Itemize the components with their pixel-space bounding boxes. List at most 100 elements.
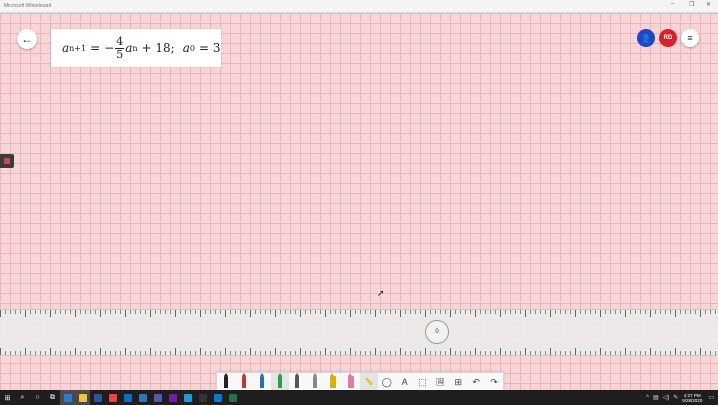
undo-button[interactable]: ↶ bbox=[467, 373, 485, 391]
task-view-button[interactable]: ⧉ bbox=[45, 390, 60, 405]
taskbar-app-app-dark[interactable] bbox=[195, 390, 210, 405]
image-icon: 🖼 bbox=[435, 379, 445, 386]
outlook-icon bbox=[123, 393, 132, 402]
redo-button[interactable]: ↷ bbox=[485, 373, 503, 391]
lasso-tool[interactable]: ◯ bbox=[378, 373, 396, 391]
pen-green-tool[interactable] bbox=[270, 373, 289, 391]
system-tray: ^ ▤ ◁) ✎ 4:27 PM 9/28/2020 ▭ bbox=[646, 390, 718, 405]
taskbar-app-outlook[interactable] bbox=[120, 390, 135, 405]
settings-menu-button[interactable]: ≡ bbox=[681, 29, 699, 47]
taskbar-apps bbox=[60, 390, 240, 405]
back-button[interactable]: ← bbox=[17, 29, 37, 49]
account-avatar[interactable]: RD bbox=[659, 29, 677, 47]
taskbar-app-teams[interactable] bbox=[150, 390, 165, 405]
ruler-icon: 📏 bbox=[364, 379, 374, 386]
windows-taskbar: ⊞ ⌕ ○ ⧉ ^ ▤ ◁) ✎ 4:27 PM 9/28/2020 ▭ bbox=[0, 390, 718, 405]
minimize-button[interactable]: – bbox=[671, 1, 674, 7]
pen-workspace-icon[interactable]: ✎ bbox=[673, 394, 678, 401]
search-button[interactable]: ⌕ bbox=[15, 390, 30, 405]
tray-chevron-icon[interactable]: ^ bbox=[646, 395, 649, 401]
clock-time: 4:27 PM bbox=[683, 392, 701, 398]
taskbar-app-whiteboard[interactable] bbox=[180, 390, 195, 405]
taskbar-app-chrome[interactable] bbox=[105, 390, 120, 405]
shape-icon: ⬚ bbox=[418, 376, 427, 387]
excel-icon bbox=[228, 393, 237, 402]
ruler-ticks-top bbox=[0, 310, 718, 317]
eraser-tool[interactable] bbox=[342, 373, 360, 391]
pencil-light-tool[interactable] bbox=[306, 373, 324, 391]
formula-equals: = bbox=[90, 41, 101, 55]
taskbar-app-explorer[interactable] bbox=[75, 390, 90, 405]
explorer-icon bbox=[78, 393, 87, 402]
pencil-tool[interactable] bbox=[289, 373, 307, 391]
formula-card[interactable]: a n+1 = − 4 5 an + 18; a0 = 3 bbox=[51, 29, 221, 67]
undo-icon: ↶ bbox=[472, 376, 480, 387]
formula-minus: − bbox=[104, 41, 115, 55]
teams-icon bbox=[153, 393, 162, 402]
close-button[interactable]: ✕ bbox=[706, 1, 711, 8]
taskbar-app-store[interactable] bbox=[60, 390, 75, 405]
hamburger-menu-icon: ≡ bbox=[687, 33, 693, 43]
text-tool[interactable]: A bbox=[396, 373, 414, 391]
fraction-numerator: 4 bbox=[115, 34, 125, 49]
onenote-icon bbox=[168, 393, 177, 402]
formula-rhs-sub: n bbox=[132, 43, 138, 53]
start-button[interactable]: ⊞ bbox=[0, 390, 15, 405]
maximize-button[interactable]: ❐ bbox=[689, 1, 694, 8]
word-icon bbox=[93, 393, 102, 402]
pen-red-tool[interactable] bbox=[235, 373, 253, 391]
pen-black-icon bbox=[223, 373, 228, 388]
pen-red-icon bbox=[241, 373, 246, 388]
formula-init-sub: 0 bbox=[189, 43, 195, 53]
ruler-tool[interactable]: 0 bbox=[0, 309, 718, 356]
invite-user-button[interactable]: 👤 bbox=[637, 29, 655, 47]
avatar-initials: RD bbox=[663, 35, 673, 41]
highlighter-tool[interactable] bbox=[324, 373, 342, 391]
lasso-icon: ◯ bbox=[381, 376, 392, 387]
side-panel-toggle[interactable] bbox=[0, 154, 14, 168]
taskbar-app-onenote[interactable] bbox=[165, 390, 180, 405]
fraction-denominator: 5 bbox=[116, 47, 124, 61]
chrome-icon bbox=[108, 393, 117, 402]
network-icon[interactable]: ▤ bbox=[653, 394, 659, 401]
clock-date: 9/28/2020 bbox=[682, 397, 703, 403]
redo-icon: ↷ bbox=[490, 376, 498, 387]
person-icon: 👤 bbox=[641, 33, 651, 43]
formula-fraction: 4 5 bbox=[115, 34, 125, 61]
pen-black-tool[interactable] bbox=[217, 373, 235, 391]
search-icon: ⌕ bbox=[20, 393, 25, 401]
volume-icon[interactable]: ◁) bbox=[663, 394, 670, 401]
formula-init-var: a bbox=[182, 41, 190, 55]
photos-icon bbox=[213, 393, 222, 402]
taskbar-app-photos[interactable] bbox=[210, 390, 225, 405]
ruler-angle-value: 0 bbox=[435, 329, 439, 335]
pen-blue-icon bbox=[259, 373, 264, 388]
cortana-icon: ○ bbox=[35, 394, 40, 401]
formula-lhs-sub: n+1 bbox=[69, 43, 87, 53]
taskbar-app-excel[interactable] bbox=[225, 390, 240, 405]
formula-lhs-var: a bbox=[62, 41, 70, 55]
insert-tool[interactable]: ⊞ bbox=[449, 373, 467, 391]
shape-tool[interactable]: ⬚ bbox=[414, 373, 432, 391]
ruler-tool-button[interactable]: 📏 bbox=[360, 373, 378, 391]
text-icon: A bbox=[401, 377, 408, 387]
taskbar-app-edge[interactable] bbox=[135, 390, 150, 405]
highlighter-icon bbox=[330, 373, 337, 388]
ruler-ticks-bottom bbox=[0, 348, 718, 355]
pen-green-icon bbox=[277, 373, 282, 388]
notifications-icon[interactable]: ▭ bbox=[708, 394, 714, 401]
cortana-button[interactable]: ○ bbox=[30, 390, 45, 405]
task-view-icon: ⧉ bbox=[50, 393, 55, 401]
eraser-icon bbox=[348, 373, 355, 388]
inking-toolbar: 📏 ◯ A ⬚ 🖼 ⊞ ↶ ↷ bbox=[216, 372, 504, 392]
store-icon bbox=[63, 393, 72, 402]
pen-blue-tool[interactable] bbox=[253, 373, 271, 391]
image-tool[interactable]: 🖼 bbox=[432, 373, 450, 391]
window-title: Microsoft Whiteboard bbox=[4, 3, 52, 9]
ruler-angle-dial[interactable]: 0 bbox=[425, 320, 449, 344]
mouse-pointer-icon: ➚ bbox=[377, 288, 385, 298]
taskbar-app-word[interactable] bbox=[90, 390, 105, 405]
side-panel-icon bbox=[4, 158, 10, 164]
edge-icon bbox=[138, 393, 147, 402]
clock[interactable]: 4:27 PM 9/28/2020 bbox=[682, 393, 702, 403]
